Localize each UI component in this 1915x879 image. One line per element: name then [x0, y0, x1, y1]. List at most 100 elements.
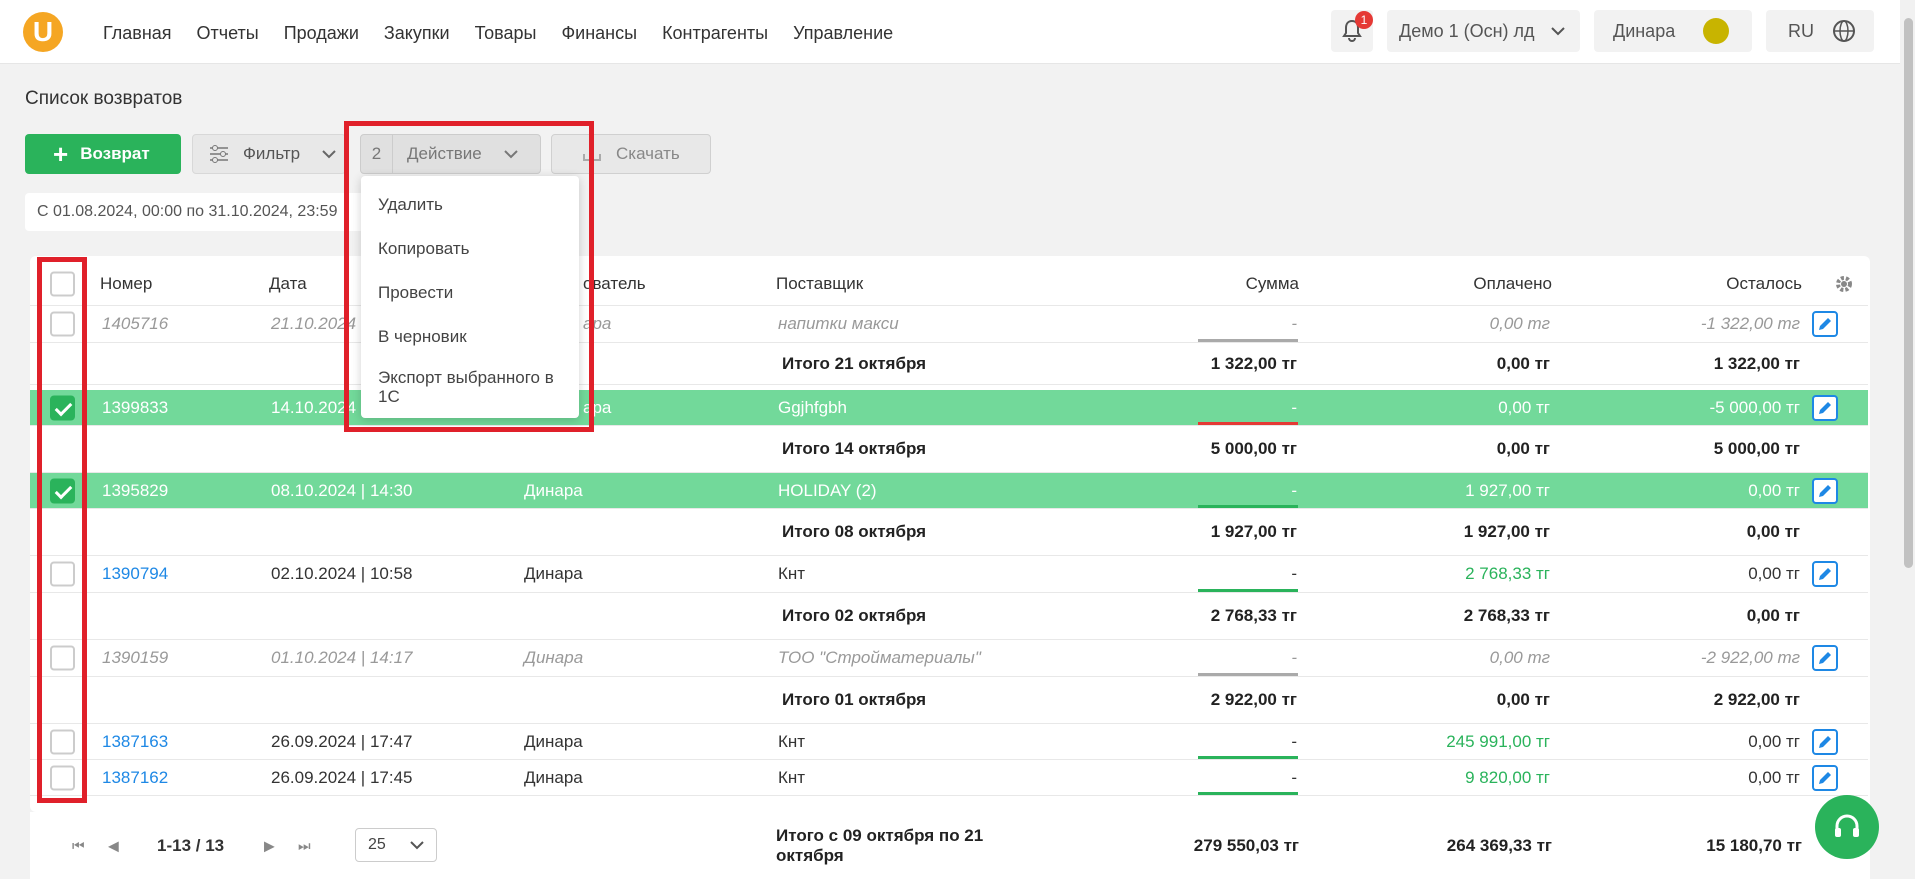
row-supplier: Ggjhfgbh [778, 397, 847, 417]
row-checkbox[interactable] [50, 478, 75, 503]
organization-select[interactable]: Демо 1 (Осн) лд [1387, 10, 1580, 52]
per-page-select[interactable]: 25 [355, 828, 437, 862]
row-checkbox[interactable] [50, 765, 75, 790]
menu-item-post[interactable]: Провести [361, 271, 579, 315]
menu-item-delete[interactable]: Удалить [361, 183, 579, 227]
row-checkbox[interactable] [50, 729, 75, 754]
row-supplier: Кнт [778, 564, 806, 583]
edit-button[interactable] [1812, 394, 1838, 421]
avatar [1703, 18, 1730, 44]
row-checkbox[interactable] [50, 561, 75, 587]
next-page-icon[interactable]: ▶ [264, 837, 275, 854]
table-row[interactable]: 1387163 26.09.2024 | 17:47 Динара Кнт - … [30, 724, 1868, 760]
row-checkbox[interactable] [50, 311, 75, 337]
download-button[interactable]: Скачать [551, 134, 711, 174]
row-paid: 0,00 тг [1498, 397, 1550, 417]
footer-total-paid: 264 369,33 тг [1446, 835, 1552, 855]
menu-item-home[interactable]: Главная [103, 23, 172, 44]
row-checkbox[interactable] [50, 645, 75, 671]
date-range-filter[interactable]: С 01.08.2024, 00:00 по 31.10.2024, 23:59 [25, 193, 365, 231]
filter-button[interactable]: Фильтр [192, 134, 346, 174]
app-logo[interactable]: U [23, 12, 63, 52]
row-user: Динара [524, 731, 583, 751]
row-supplier: напитки макси [778, 314, 899, 333]
row-sum: - [1291, 767, 1297, 787]
main-menu: Главная Отчеты Продажи Закупки Товары Фи… [103, 23, 893, 44]
last-page-icon[interactable]: ⏭ [298, 837, 311, 854]
row-left: -1 322,00 тг [1700, 314, 1800, 333]
action-dropdown-button[interactable]: 2 Действие [360, 134, 541, 174]
row-sum: - [1291, 648, 1297, 667]
day-total-sum: 1 927,00 тг [1210, 522, 1297, 541]
column-header-date[interactable]: Дата [269, 274, 307, 294]
day-total-left: 5 000,00 тг [1713, 439, 1800, 458]
edit-button[interactable] [1812, 764, 1838, 791]
row-number[interactable]: 1387163 [102, 732, 168, 752]
menu-item-reports[interactable]: Отчеты [197, 23, 259, 44]
action-label: Действие [407, 144, 482, 163]
row-number[interactable]: 1390794 [102, 564, 168, 584]
table-row[interactable]: 1399833 14.10.2024 ара Ggjhfgbh - 0,00 т… [30, 390, 1868, 426]
select-all-checkbox[interactable] [50, 271, 75, 296]
row-sum: - [1291, 397, 1297, 417]
menu-item-export-1c[interactable]: Экспорт выбранного в 1С [361, 359, 579, 415]
edit-button[interactable] [1812, 477, 1838, 504]
day-total-label: Итого 02 октября [782, 606, 927, 625]
day-total-row: Итого 08 октября 1 927,00 тг 1 927,00 тг… [30, 509, 1868, 556]
day-total-label: Итого 08 октября [782, 522, 927, 541]
row-paid: 1 927,00 тг [1465, 480, 1550, 500]
notifications-button[interactable]: 1 [1331, 10, 1373, 52]
menu-item-purchases[interactable]: Закупки [384, 23, 450, 44]
edit-button[interactable] [1812, 311, 1838, 337]
row-sum: - [1291, 731, 1297, 751]
row-left: 0,00 тг [1748, 480, 1800, 500]
menu-item-contractors[interactable]: Контрагенты [662, 23, 768, 44]
footer-total-sum: 279 550,03 тг [1193, 835, 1299, 855]
edit-button[interactable] [1812, 561, 1838, 587]
menu-item-copy[interactable]: Копировать [361, 227, 579, 271]
column-header-number[interactable]: Номер [100, 274, 152, 294]
download-label: Скачать [616, 144, 680, 163]
column-header-sum[interactable]: Сумма [1246, 274, 1299, 294]
row-left: -2 922,00 тг [1700, 648, 1800, 667]
day-total-label: Итого 21 октября [782, 353, 927, 373]
menu-item-finance[interactable]: Финансы [561, 23, 637, 44]
table-row[interactable]: 1390159 01.10.2024 | 14:17 Динара ТОО "С… [30, 640, 1868, 677]
row-number[interactable]: 1395829 [102, 481, 168, 501]
gear-icon[interactable] [1834, 274, 1854, 294]
first-page-icon[interactable]: ⏮ [72, 837, 85, 854]
day-total-label: Итого 14 октября [782, 439, 927, 458]
column-header-user[interactable]: ователь [583, 274, 646, 294]
table-row[interactable]: 1387162 26.09.2024 | 17:45 Динара Кнт - … [30, 760, 1868, 796]
day-total-sum: 2 768,33 тг [1210, 606, 1297, 625]
edit-button[interactable] [1812, 728, 1838, 755]
add-return-button[interactable]: + Возврат [25, 134, 181, 174]
day-total-sum: 2 922,00 тг [1210, 690, 1297, 709]
row-checkbox[interactable] [50, 395, 75, 420]
row-date: 21.10.2024 [271, 314, 357, 333]
menu-item-to-draft[interactable]: В черновик [361, 315, 579, 359]
row-date: 01.10.2024 | 14:17 [271, 648, 413, 667]
row-date: 26.09.2024 | 17:45 [271, 767, 413, 787]
menu-item-sales[interactable]: Продажи [284, 23, 359, 44]
row-number[interactable]: 1405716 [102, 314, 168, 334]
add-return-label: Возврат [80, 144, 150, 163]
column-header-paid[interactable]: Оплачено [1473, 274, 1552, 294]
user-menu[interactable]: Динара [1594, 10, 1752, 52]
row-number[interactable]: 1390159 [102, 648, 168, 668]
prev-page-icon[interactable]: ◀ [108, 837, 119, 854]
chevron-down-icon [322, 149, 336, 158]
scrollbar-thumb[interactable] [1904, 18, 1913, 568]
menu-item-goods[interactable]: Товары [475, 23, 537, 44]
edit-button[interactable] [1812, 645, 1838, 671]
column-header-left[interactable]: Осталось [1726, 274, 1802, 294]
language-select[interactable]: RU [1766, 10, 1874, 52]
row-number[interactable]: 1387162 [102, 768, 168, 788]
row-number[interactable]: 1399833 [102, 398, 168, 418]
table-row[interactable]: 1390794 02.10.2024 | 10:58 Динара Кнт - … [30, 556, 1868, 593]
support-chat-button[interactable] [1815, 795, 1879, 859]
menu-item-management[interactable]: Управление [793, 23, 893, 44]
column-header-supplier[interactable]: Поставщик [776, 274, 863, 294]
table-row[interactable]: 1395829 08.10.2024 | 14:30 Динара HOLIDA… [30, 473, 1868, 509]
table-row[interactable]: 1405716 21.10.2024 ара напитки макси - 0… [30, 306, 1868, 343]
